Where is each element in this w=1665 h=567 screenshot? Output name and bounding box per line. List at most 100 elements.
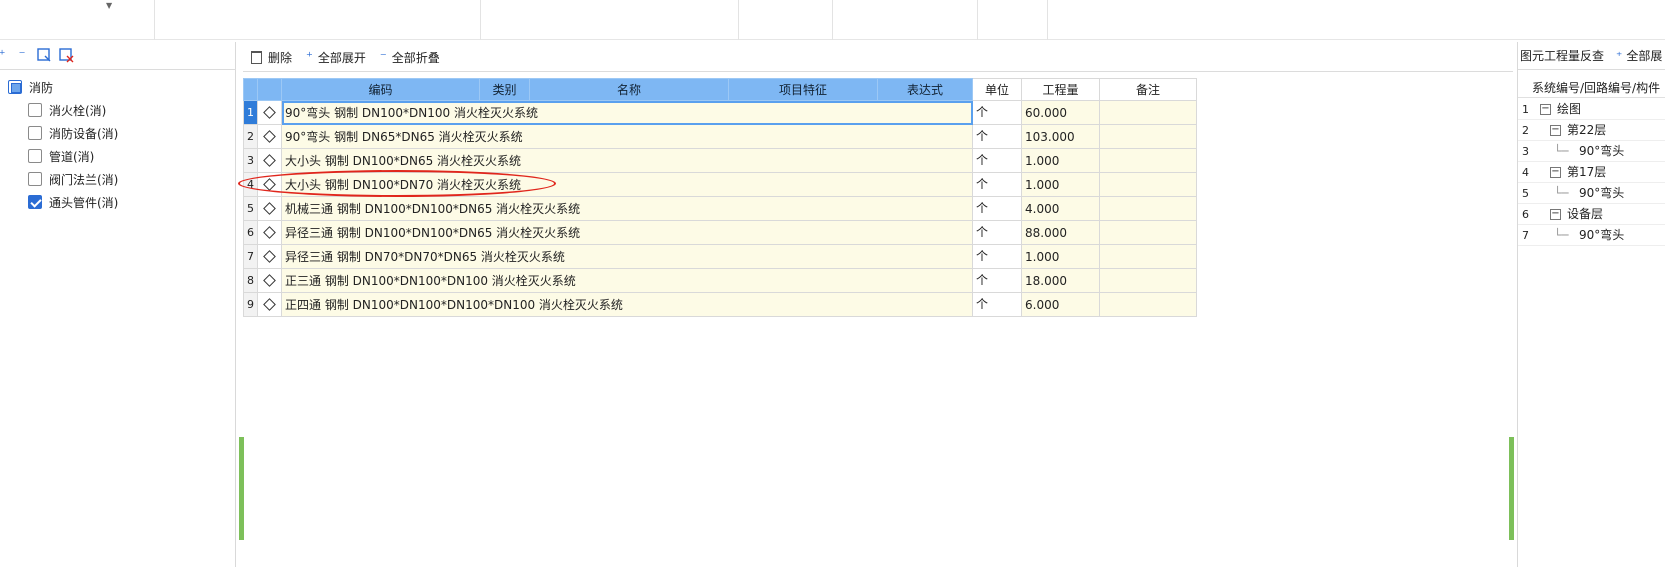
row-marker[interactable] bbox=[257, 100, 282, 125]
row-unit-cell[interactable]: 个 bbox=[972, 148, 1022, 173]
row-number[interactable]: 1 bbox=[243, 100, 258, 125]
header-code[interactable]: 编码 bbox=[281, 78, 480, 101]
collapse-all-button[interactable]: ⁻ 全部折叠 bbox=[380, 49, 440, 66]
lookup-tree-row[interactable]: 3 └─ 90°弯头 bbox=[1518, 141, 1665, 162]
row-note-cell[interactable] bbox=[1099, 220, 1197, 245]
collapse-toggle-icon[interactable]: − bbox=[1550, 209, 1561, 220]
table-row[interactable]: 1 90°弯头 钢制 DN100*DN100 消火栓灭火系统 个 60.000 bbox=[243, 100, 1197, 125]
row-quantity-cell[interactable]: 1.000 bbox=[1021, 244, 1100, 269]
row-unit-cell[interactable]: 个 bbox=[972, 100, 1022, 125]
expand-icon[interactable]: ⁺ bbox=[0, 48, 10, 64]
expand-all-button[interactable]: ⁺ 全部展开 bbox=[306, 49, 366, 66]
row-note-cell[interactable] bbox=[1099, 268, 1197, 293]
row-note-cell[interactable] bbox=[1099, 196, 1197, 221]
checkbox-icon[interactable] bbox=[28, 172, 42, 186]
row-name-cell[interactable]: 大小头 钢制 DN100*DN70 消火栓灭火系统 bbox=[281, 172, 973, 197]
lookup-node-label[interactable]: 90°弯头 bbox=[1579, 225, 1624, 246]
row-name-cell[interactable]: 大小头 钢制 DN100*DN65 消火栓灭火系统 bbox=[281, 148, 973, 173]
tree-item-pipe[interactable]: 管道(消) bbox=[28, 145, 94, 167]
row-number[interactable]: 7 bbox=[243, 244, 258, 269]
row-marker[interactable] bbox=[257, 148, 282, 173]
row-marker[interactable] bbox=[257, 292, 282, 317]
lookup-node-label[interactable]: 90°弯头 bbox=[1579, 141, 1624, 162]
left-splitter-handle[interactable] bbox=[239, 437, 244, 540]
table-row[interactable]: 4 大小头 钢制 DN100*DN70 消火栓灭火系统 个 1.000 bbox=[243, 172, 1197, 197]
lookup-tree-row[interactable]: 5 └─ 90°弯头 bbox=[1518, 183, 1665, 204]
tree-item-valve[interactable]: 阀门法兰(消) bbox=[28, 168, 118, 190]
row-unit-cell[interactable]: 个 bbox=[972, 220, 1022, 245]
header-feature[interactable]: 项目特征 bbox=[728, 78, 878, 101]
lookup-node-label[interactable]: 90°弯头 bbox=[1579, 183, 1624, 204]
collapse-toggle-icon[interactable]: − bbox=[1540, 104, 1551, 115]
header-unit[interactable]: 单位 bbox=[972, 78, 1022, 101]
row-quantity-cell[interactable]: 4.000 bbox=[1021, 196, 1100, 221]
row-note-cell[interactable] bbox=[1099, 100, 1197, 125]
row-quantity-cell[interactable]: 1.000 bbox=[1021, 172, 1100, 197]
row-marker[interactable] bbox=[257, 220, 282, 245]
row-unit-cell[interactable]: 个 bbox=[972, 292, 1022, 317]
row-name-cell[interactable]: 异径三通 钢制 DN100*DN100*DN65 消火栓灭火系统 bbox=[281, 220, 973, 245]
header-name[interactable]: 名称 bbox=[529, 78, 729, 101]
row-marker[interactable] bbox=[257, 172, 282, 197]
right-splitter-handle[interactable] bbox=[1509, 437, 1514, 540]
right-column-header[interactable]: 系统编号/回路编号/构件 bbox=[1518, 78, 1665, 98]
row-unit-cell[interactable]: 个 bbox=[972, 244, 1022, 269]
header-note[interactable]: 备注 bbox=[1099, 78, 1197, 101]
tree-item-hydrant[interactable]: 消火栓(消) bbox=[28, 99, 106, 121]
row-number[interactable]: 2 bbox=[243, 124, 258, 149]
row-note-cell[interactable] bbox=[1099, 244, 1197, 269]
row-marker[interactable] bbox=[257, 124, 282, 149]
checkbox-icon[interactable] bbox=[28, 103, 42, 117]
table-row[interactable]: 6 异径三通 钢制 DN100*DN100*DN65 消火栓灭火系统 个 88.… bbox=[243, 220, 1197, 245]
row-unit-cell[interactable]: 个 bbox=[972, 196, 1022, 221]
lookup-tree-row[interactable]: 2 − 第22层 bbox=[1518, 120, 1665, 141]
expand-icon[interactable]: ⁺ bbox=[1616, 49, 1622, 63]
row-number[interactable]: 4 bbox=[243, 172, 258, 197]
row-note-cell[interactable] bbox=[1099, 292, 1197, 317]
checkbox-icon[interactable] bbox=[8, 80, 22, 94]
checkbox-icon[interactable] bbox=[28, 126, 42, 140]
row-quantity-cell[interactable]: 88.000 bbox=[1021, 220, 1100, 245]
row-quantity-cell[interactable]: 1.000 bbox=[1021, 148, 1100, 173]
deselect-icon[interactable] bbox=[58, 48, 74, 64]
row-quantity-cell[interactable]: 103.000 bbox=[1021, 124, 1100, 149]
row-name-cell[interactable]: 90°弯头 钢制 DN65*DN65 消火栓灭火系统 bbox=[281, 124, 973, 149]
collapse-icon[interactable]: ⁻ bbox=[14, 48, 30, 64]
row-quantity-cell[interactable]: 60.000 bbox=[1021, 100, 1100, 125]
row-name-cell[interactable]: 异径三通 钢制 DN70*DN70*DN65 消火栓灭火系统 bbox=[281, 244, 973, 269]
row-unit-cell[interactable]: 个 bbox=[972, 124, 1022, 149]
lookup-tree-row[interactable]: 1 − 绘图 bbox=[1518, 99, 1665, 120]
row-name-cell[interactable]: 90°弯头 钢制 DN100*DN100 消火栓灭火系统 bbox=[281, 100, 973, 125]
delete-button[interactable]: 删除 bbox=[251, 49, 292, 66]
lookup-node[interactable]: − 绘图 bbox=[1540, 99, 1581, 120]
table-row[interactable]: 3 大小头 钢制 DN100*DN65 消火栓灭火系统 个 1.000 bbox=[243, 148, 1197, 173]
tree-root[interactable]: 消防 bbox=[8, 76, 53, 98]
row-marker[interactable] bbox=[257, 244, 282, 269]
lookup-node[interactable]: − 第17层 bbox=[1550, 162, 1606, 183]
lookup-tree-row[interactable]: 4 − 第17层 bbox=[1518, 162, 1665, 183]
row-note-cell[interactable] bbox=[1099, 148, 1197, 173]
row-marker[interactable] bbox=[257, 196, 282, 221]
table-row[interactable]: 9 正四通 钢制 DN100*DN100*DN100*DN100 消火栓灭火系统… bbox=[243, 292, 1197, 317]
row-number[interactable]: 6 bbox=[243, 220, 258, 245]
table-row[interactable]: 5 机械三通 钢制 DN100*DN100*DN65 消火栓灭火系统 个 4.0… bbox=[243, 196, 1197, 221]
lookup-node[interactable]: − 设备层 bbox=[1550, 204, 1603, 225]
row-unit-cell[interactable]: 个 bbox=[972, 172, 1022, 197]
header-quantity[interactable]: 工程量 bbox=[1021, 78, 1100, 101]
row-note-cell[interactable] bbox=[1099, 172, 1197, 197]
row-note-cell[interactable] bbox=[1099, 124, 1197, 149]
select-icon[interactable] bbox=[36, 48, 52, 64]
row-number[interactable]: 8 bbox=[243, 268, 258, 293]
table-row[interactable]: 2 90°弯头 钢制 DN65*DN65 消火栓灭火系统 个 103.000 bbox=[243, 124, 1197, 149]
row-quantity-cell[interactable]: 6.000 bbox=[1021, 292, 1100, 317]
row-number[interactable]: 3 bbox=[243, 148, 258, 173]
row-name-cell[interactable]: 正四通 钢制 DN100*DN100*DN100*DN100 消火栓灭火系统 bbox=[281, 292, 973, 317]
row-number[interactable]: 5 bbox=[243, 196, 258, 221]
header-category[interactable]: 类别 bbox=[479, 78, 530, 101]
tree-item-fittings[interactable]: 通头管件(消) bbox=[28, 191, 118, 213]
collapse-toggle-icon[interactable]: − bbox=[1550, 167, 1561, 178]
header-expression[interactable]: 表达式 bbox=[877, 78, 973, 101]
lookup-tree-row[interactable]: 7 └─ 90°弯头 bbox=[1518, 225, 1665, 246]
lookup-node[interactable]: − 第22层 bbox=[1550, 120, 1606, 141]
row-unit-cell[interactable]: 个 bbox=[972, 268, 1022, 293]
